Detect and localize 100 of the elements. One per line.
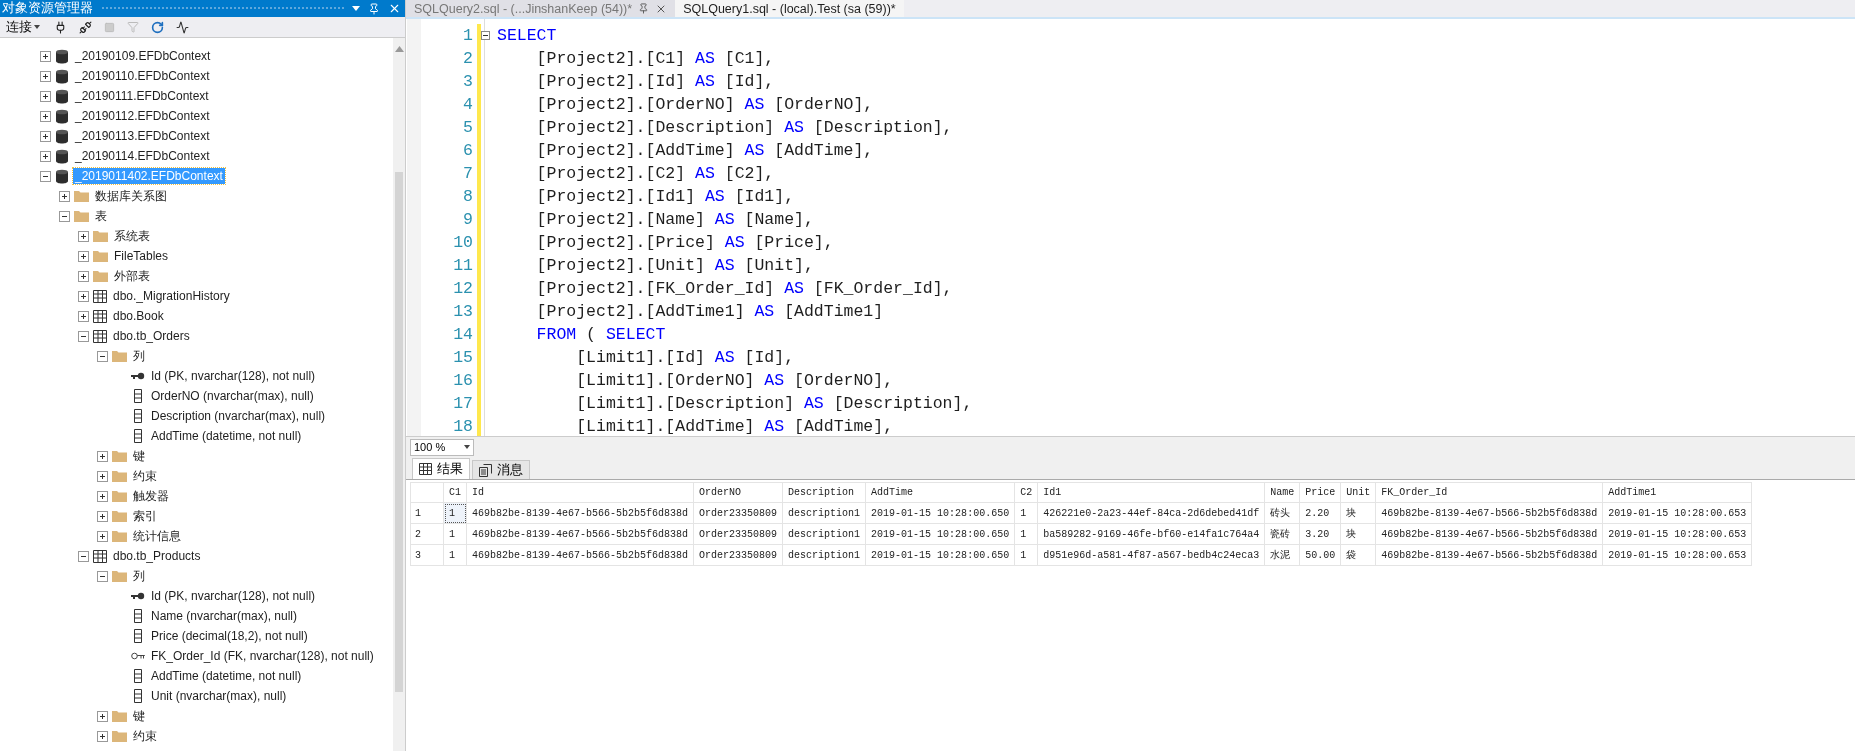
collapse-icon[interactable] — [97, 570, 108, 582]
tree-item[interactable]: FileTables — [112, 248, 171, 264]
tree-item[interactable]: _20190113.EFDbContext — [73, 128, 212, 144]
activity-icon[interactable] — [176, 20, 189, 34]
tree-item[interactable]: Id (PK, nvarchar(128), not null) — [149, 368, 318, 384]
column-header[interactable]: FK_Order_Id — [1375, 482, 1603, 503]
column-header[interactable]: Id — [466, 482, 694, 503]
tree-item[interactable]: FK_Order_Id (FK, nvarchar(128), not null) — [149, 648, 376, 664]
tree-item[interactable]: dbo.tb_Products — [111, 548, 203, 564]
expand-icon[interactable] — [78, 250, 89, 262]
expand-icon[interactable] — [40, 130, 51, 142]
collapse-icon[interactable] — [78, 330, 89, 342]
tree-item[interactable]: 约束 — [131, 726, 159, 746]
folder-icon — [93, 270, 108, 282]
column-header[interactable]: OrderNO — [693, 482, 783, 503]
expand-icon[interactable] — [97, 510, 108, 522]
expand-icon[interactable] — [97, 490, 108, 502]
tree-item[interactable]: 统计信息 — [131, 526, 183, 546]
result-tab[interactable]: 结果 — [412, 458, 470, 479]
tree-item[interactable]: OrderNO (nvarchar(max), null) — [149, 388, 316, 404]
column-header[interactable]: C1 — [443, 482, 467, 503]
tree-item[interactable]: Description (nvarchar(max), null) — [149, 408, 328, 424]
expand-icon[interactable] — [40, 110, 51, 122]
expand-icon[interactable] — [97, 710, 108, 722]
connect-button[interactable]: 连接 — [4, 18, 42, 36]
dropdown-icon[interactable] — [352, 6, 360, 11]
table-cell: 水泥 — [1264, 544, 1300, 566]
scrollbar[interactable] — [393, 38, 405, 751]
expand-icon[interactable] — [78, 310, 89, 322]
column-header[interactable]: Name — [1264, 482, 1300, 503]
tree-item[interactable]: Unit (nvarchar(max), null) — [149, 688, 289, 704]
column-header[interactable]: Id1 — [1037, 482, 1265, 503]
tree-item[interactable]: 键 — [131, 446, 147, 466]
message-icon — [479, 463, 492, 477]
expand-icon[interactable] — [78, 230, 89, 242]
table-cell: 块 — [1340, 502, 1376, 524]
collapse-icon[interactable] — [40, 170, 51, 182]
column-header[interactable]: Unit — [1340, 482, 1376, 503]
line-number: 2 — [462, 48, 473, 70]
tree-item[interactable]: 列 — [131, 566, 147, 586]
column-header[interactable]: C2 — [1014, 482, 1038, 503]
tree-item[interactable]: 数据库关系图 — [93, 186, 169, 206]
tree-item[interactable]: Id (PK, nvarchar(128), not null) — [149, 588, 318, 604]
code-line: [Project2].[OrderNO] AS [OrderNO], — [535, 94, 875, 116]
table-icon — [93, 329, 107, 343]
tree-item[interactable]: dbo.tb_Orders — [111, 328, 192, 344]
collapse-icon[interactable] — [59, 210, 70, 222]
tree-item[interactable]: 触发器 — [131, 486, 171, 506]
tree-item[interactable]: 列 — [131, 346, 147, 366]
unplug-icon[interactable] — [79, 20, 92, 34]
expand-icon[interactable] — [97, 730, 108, 742]
refresh-icon[interactable] — [151, 20, 164, 34]
expand-icon[interactable] — [40, 90, 51, 102]
table-cell: d951e96d-a581-4f87-a567-bedb4c24eca3 — [1037, 544, 1265, 566]
column-header[interactable]: AddTime — [865, 482, 1015, 503]
tree-item[interactable]: AddTime (datetime, not null) — [149, 668, 304, 684]
tree-item[interactable]: _20190109.EFDbContext — [73, 48, 213, 64]
tree-item[interactable]: Price (decimal(18,2), not null) — [149, 628, 310, 644]
tree-item[interactable]: 系统表 — [112, 226, 152, 246]
column-header[interactable]: AddTime1 — [1602, 482, 1752, 503]
tree-item[interactable]: _20190114.EFDbContext — [73, 148, 212, 164]
tree-item[interactable]: _20190111.EFDbContext — [73, 88, 211, 104]
tree-item[interactable]: _20190110.EFDbContext — [73, 68, 212, 84]
expand-icon[interactable] — [40, 150, 51, 162]
tree-item[interactable]: 约束 — [131, 466, 159, 486]
tree-item[interactable]: _20190112.EFDbContext — [73, 108, 212, 124]
collapse-icon[interactable] — [78, 550, 89, 562]
tree-item[interactable]: dbo._MigrationHistory — [111, 288, 232, 304]
expand-icon[interactable] — [78, 270, 89, 282]
tree-item[interactable]: 表 — [93, 206, 109, 226]
tree-item[interactable]: dbo.Book — [111, 308, 166, 324]
grid-icon — [419, 463, 432, 475]
table-cell: Order23350809 — [693, 502, 783, 524]
tree-item[interactable]: 索引 — [131, 506, 159, 526]
close-icon[interactable] — [388, 2, 401, 15]
column-header[interactable]: Price — [1299, 482, 1341, 503]
editor-tab[interactable]: SQLQuery2.sql - (...JinshanKeep (54))* — [406, 0, 676, 17]
expand-icon[interactable] — [97, 530, 108, 542]
expand-icon[interactable] — [97, 450, 108, 462]
expand-icon[interactable] — [40, 50, 51, 62]
folder-icon — [112, 730, 127, 742]
tree-item[interactable]: 外部表 — [112, 266, 152, 286]
plug-icon[interactable] — [54, 20, 67, 34]
code-line: [Project2].[Description] AS [Description], — [535, 117, 954, 139]
expand-icon[interactable] — [40, 70, 51, 82]
expand-icon[interactable] — [78, 290, 89, 302]
tree-item[interactable]: AddTime (datetime, not null) — [149, 428, 304, 444]
zoom-dropdown[interactable]: 100 % — [410, 438, 474, 456]
line-number: 12 — [452, 278, 473, 300]
column-header[interactable]: Description — [782, 482, 866, 503]
expand-icon[interactable] — [97, 470, 108, 482]
tree-item[interactable]: Name (nvarchar(max), null) — [149, 608, 300, 624]
collapse-icon[interactable] — [97, 350, 108, 362]
pin-icon[interactable] — [368, 2, 380, 15]
collapse-icon[interactable] — [481, 31, 490, 40]
editor-tab[interactable]: SQLQuery1.sql - (local).Test (sa (59))* — [675, 0, 904, 17]
tree-item[interactable]: 键 — [131, 706, 147, 726]
expand-icon[interactable] — [59, 190, 70, 202]
pin-icon[interactable] — [638, 3, 650, 14]
result-tab[interactable]: 消息 — [472, 460, 530, 479]
